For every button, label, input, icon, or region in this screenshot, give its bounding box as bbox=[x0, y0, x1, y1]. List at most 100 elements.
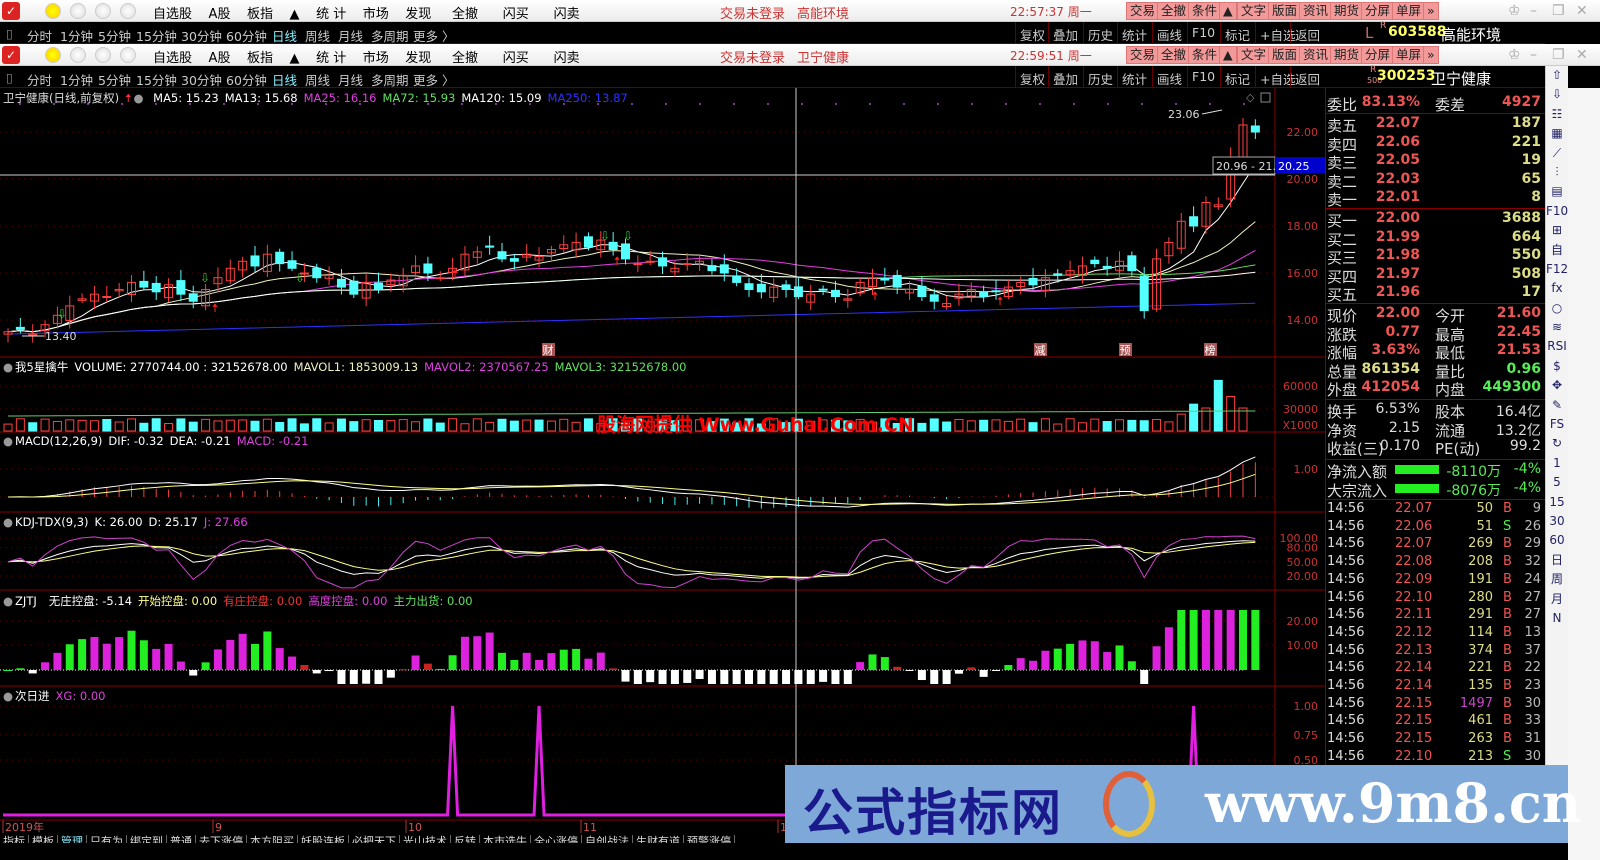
quote-panel: 委比 83.13% 委差 4927 卖五 22.07 187 卖四 22.06 221 卖三 22.0… bbox=[1325, 88, 1545, 768]
side-tool-icon[interactable]: ↻ bbox=[1546, 434, 1568, 453]
indicator-tab[interactable]: 反转 bbox=[451, 835, 480, 843]
indicator-tab[interactable]: 管理 bbox=[58, 835, 87, 843]
fund-row: 收益(三) 0.170 PE(动) 99.2 bbox=[1325, 438, 1545, 458]
toolbar-button[interactable]: 期货 bbox=[1330, 2, 1364, 20]
side-tool-icon[interactable]: ○ bbox=[1546, 299, 1568, 318]
side-tool-icon[interactable]: ✥ bbox=[1546, 376, 1568, 395]
ask-row: 卖五 22.07 187 bbox=[1325, 115, 1545, 135]
side-tool-icon[interactable]: ▦ bbox=[1546, 124, 1568, 143]
side-tool-icon[interactable]: RSI bbox=[1546, 337, 1568, 356]
side-tool-icon[interactable]: 日 bbox=[1546, 551, 1568, 570]
indicator-tab[interactable]: 光山技术 bbox=[400, 835, 451, 843]
indicator-tab[interactable]: 全心涨停 bbox=[531, 835, 582, 843]
indicator-tab[interactable]: 自创战法 bbox=[582, 835, 633, 843]
signal-dot bbox=[1073, 103, 1075, 105]
zjtj-bar bbox=[917, 670, 926, 681]
tick-side: B bbox=[1503, 554, 1512, 570]
tick-volume: 461 bbox=[1468, 713, 1493, 729]
side-tool-icon[interactable]: FS bbox=[1546, 415, 1568, 434]
settings-icon[interactable]: ● bbox=[3, 515, 13, 529]
side-tool-icon[interactable]: 30 bbox=[1546, 512, 1568, 531]
side-tool-icon[interactable]: ⇩ bbox=[1546, 85, 1568, 104]
toolbar-button[interactable]: 单屏 bbox=[1392, 46, 1426, 64]
close-icon[interactable]: ✕ bbox=[1576, 47, 1588, 63]
side-tool-icon[interactable]: 5 bbox=[1546, 473, 1568, 492]
indicator-tab[interactable]: 去下涨停 bbox=[196, 835, 247, 843]
side-tool-icon[interactable]: 自 bbox=[1546, 241, 1568, 260]
volume-axis-label: 30000 bbox=[1283, 403, 1318, 416]
volume-bar bbox=[1040, 418, 1050, 432]
side-tool-icon[interactable]: fx bbox=[1546, 279, 1568, 298]
settings-icon[interactable]: ● bbox=[133, 91, 143, 105]
zjtj-bar bbox=[794, 670, 803, 684]
minimize-icon[interactable]: – bbox=[1530, 47, 1537, 63]
indicator-tab[interactable]: 妖股连板 bbox=[298, 835, 349, 843]
signal-dot bbox=[665, 103, 667, 105]
indicator-tab[interactable]: 普通 bbox=[167, 835, 196, 843]
toolbar-button[interactable]: 单屏 bbox=[1392, 2, 1426, 20]
indicator-tab[interactable]: 生财有道 bbox=[633, 835, 684, 843]
ask-row: 卖二 22.03 65 bbox=[1325, 171, 1545, 191]
bid-price: 21.99 bbox=[1375, 228, 1420, 245]
settings-icon[interactable]: ● bbox=[3, 689, 13, 703]
side-tool-icon[interactable]: ⊞ bbox=[1546, 221, 1568, 240]
volume-bar bbox=[979, 419, 989, 432]
zjtj-bar bbox=[263, 631, 272, 670]
side-tool-icon[interactable]: F12 bbox=[1546, 260, 1568, 279]
indicator-tab[interactable]: 本市选牛 bbox=[480, 835, 531, 843]
side-tool-icon[interactable]: ≋ bbox=[1546, 318, 1568, 337]
tick-side: S bbox=[1503, 518, 1512, 534]
cry-axis-label: 0.75 bbox=[1294, 729, 1319, 742]
restore-icon[interactable]: ❐ bbox=[1552, 3, 1565, 19]
price-axis-label: 22.00 bbox=[1287, 126, 1319, 139]
indicator-tab[interactable]: 绑定到 bbox=[127, 835, 167, 843]
side-tool-icon[interactable]: 周 bbox=[1546, 570, 1568, 589]
bid-row: 买三 21.98 550 bbox=[1325, 247, 1545, 267]
indicator-tab[interactable]: 指标 bbox=[0, 835, 29, 843]
flow-pct: -4% bbox=[1513, 479, 1541, 496]
indicator-tab[interactable]: 只有为 bbox=[87, 835, 127, 843]
tick-price: 22.09 bbox=[1395, 571, 1433, 587]
ask-price: 22.06 bbox=[1375, 133, 1420, 150]
side-tool-icon[interactable]: 月 bbox=[1546, 590, 1568, 609]
side-tool-icon[interactable]: ⇧ bbox=[1546, 66, 1568, 85]
candle-body bbox=[151, 282, 161, 293]
side-tool-icon[interactable]: ✎ bbox=[1546, 396, 1568, 415]
stat-row: 涨跌 0.77 最高 22.45 bbox=[1325, 324, 1545, 344]
side-tool-icon[interactable]: $ bbox=[1546, 357, 1568, 376]
side-tool-icon[interactable]: ▤ bbox=[1546, 182, 1568, 201]
settings-icon[interactable]: ● bbox=[3, 594, 13, 608]
toolbar-button[interactable]: 期货 bbox=[1330, 46, 1364, 64]
minimize-icon[interactable]: – bbox=[1530, 3, 1537, 19]
side-tool-icon[interactable]: ☷ bbox=[1546, 105, 1568, 124]
tick-volume: 114 bbox=[1468, 624, 1493, 640]
tick-price: 22.10 bbox=[1395, 589, 1433, 605]
settings-icon[interactable]: ● bbox=[3, 360, 13, 374]
skin-icon[interactable]: ♔ bbox=[1508, 3, 1521, 19]
bid-price: 21.98 bbox=[1375, 247, 1420, 263]
side-tool-icon[interactable]: 15 bbox=[1546, 493, 1568, 512]
indicator-tab[interactable]: 预警涨停 bbox=[684, 835, 735, 843]
restore-icon[interactable]: ❐ bbox=[1552, 47, 1565, 63]
side-tool-icon[interactable]: 1 bbox=[1546, 454, 1568, 473]
candle-body bbox=[633, 263, 643, 266]
indicator-tab[interactable]: 本方阻买 bbox=[247, 835, 298, 843]
side-tool-icon[interactable]: 60 bbox=[1546, 531, 1568, 550]
side-tool-icon[interactable]: ⫶ bbox=[1546, 163, 1568, 182]
settings-icon[interactable]: ● bbox=[3, 434, 13, 448]
side-tool-icon[interactable]: ⟋ bbox=[1546, 144, 1568, 163]
toolbar-button[interactable]: 分屏 bbox=[1361, 46, 1395, 64]
tick-count: 29 bbox=[1524, 536, 1541, 552]
side-tool-icon[interactable]: F10 bbox=[1546, 202, 1568, 221]
indicator-tab[interactable]: 模板 bbox=[29, 835, 58, 843]
skin-icon[interactable]: ♔ bbox=[1508, 47, 1521, 63]
indicator-tab[interactable]: 必把天下 bbox=[349, 835, 400, 843]
close-icon[interactable]: ✕ bbox=[1576, 3, 1588, 19]
flow-value: -8076万 bbox=[1446, 482, 1501, 499]
volume-bar bbox=[1065, 418, 1075, 432]
side-tool-icon[interactable]: N bbox=[1546, 609, 1568, 628]
toolbar-button[interactable]: » bbox=[1423, 46, 1439, 64]
toolbar-button[interactable]: » bbox=[1423, 2, 1439, 20]
volume-bar bbox=[386, 420, 396, 432]
toolbar-button[interactable]: 分屏 bbox=[1361, 2, 1395, 20]
